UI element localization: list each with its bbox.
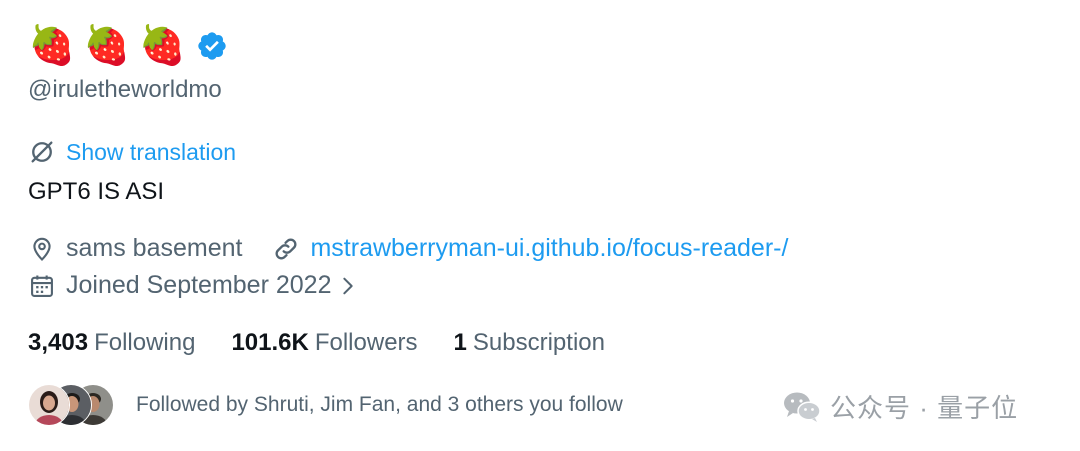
watermark: 公众号 · 量子位 <box>782 388 1018 425</box>
subscription-link[interactable]: 1 Subscription <box>454 329 605 357</box>
user-handle: @iruletheworldmo <box>28 76 222 103</box>
link-icon <box>275 238 297 259</box>
chevron-right-icon <box>343 277 354 294</box>
followed-by[interactable]: Followed by Shruti, Jim Fan, and 3 other… <box>28 384 623 426</box>
joined-row[interactable]: Joined September 2022 <box>28 271 359 300</box>
calendar-icon <box>31 275 53 297</box>
followers-link[interactable]: 101.6K Followers <box>231 329 417 357</box>
strawberry-emoji: 🍓 <box>28 25 76 67</box>
watermark-text: 公众号 · 量子位 <box>830 393 1019 423</box>
strawberry-emoji: 🍓 <box>138 25 186 67</box>
followers-count: 101.6K <box>231 329 309 356</box>
wechat-icon <box>784 392 821 422</box>
website: mstrawberryman-ui.github.io/focus-reader… <box>272 234 788 263</box>
subscription-count: 1 <box>453 329 467 356</box>
followed-by-text: Followed by Shruti, Jim Fan, and 3 other… <box>136 393 623 416</box>
strawberry-emoji: 🍓 <box>83 25 131 67</box>
translate-icon <box>31 141 53 163</box>
location-text: sams basement <box>66 234 243 262</box>
joined-text: Joined September 2022 <box>66 271 332 299</box>
following-label: Following <box>94 329 196 356</box>
show-translation-button[interactable]: Show translation <box>28 138 236 166</box>
profile-meta-row: sams basement mstrawberryman-ui.github.i… <box>28 234 818 263</box>
avatar <box>28 384 70 426</box>
profile-stats: 3,403 Following 101.6K Followers 1 Subscrip… <box>28 329 641 357</box>
location-pin-icon <box>33 237 51 261</box>
website-link[interactable]: mstrawberryman-ui.github.io/focus-reader… <box>310 234 788 263</box>
show-translation-label: Show translation <box>66 138 237 165</box>
subscription-label: Subscription <box>472 329 605 356</box>
follower-avatars <box>28 384 114 426</box>
display-name: 🍓 🍓 🍓 <box>28 20 228 72</box>
following-count: 3,403 <box>28 329 89 356</box>
followers-label: Followers <box>314 329 418 356</box>
bio-text: GPT6 IS ASI <box>28 178 165 205</box>
profile-header: 🍓 🍓 🍓 @iruletheworldmo Show translation … <box>28 0 1080 451</box>
verified-badge-icon[interactable] <box>196 30 228 62</box>
following-link[interactable]: 3,403 Following <box>28 329 195 357</box>
location: sams basement <box>28 234 242 263</box>
